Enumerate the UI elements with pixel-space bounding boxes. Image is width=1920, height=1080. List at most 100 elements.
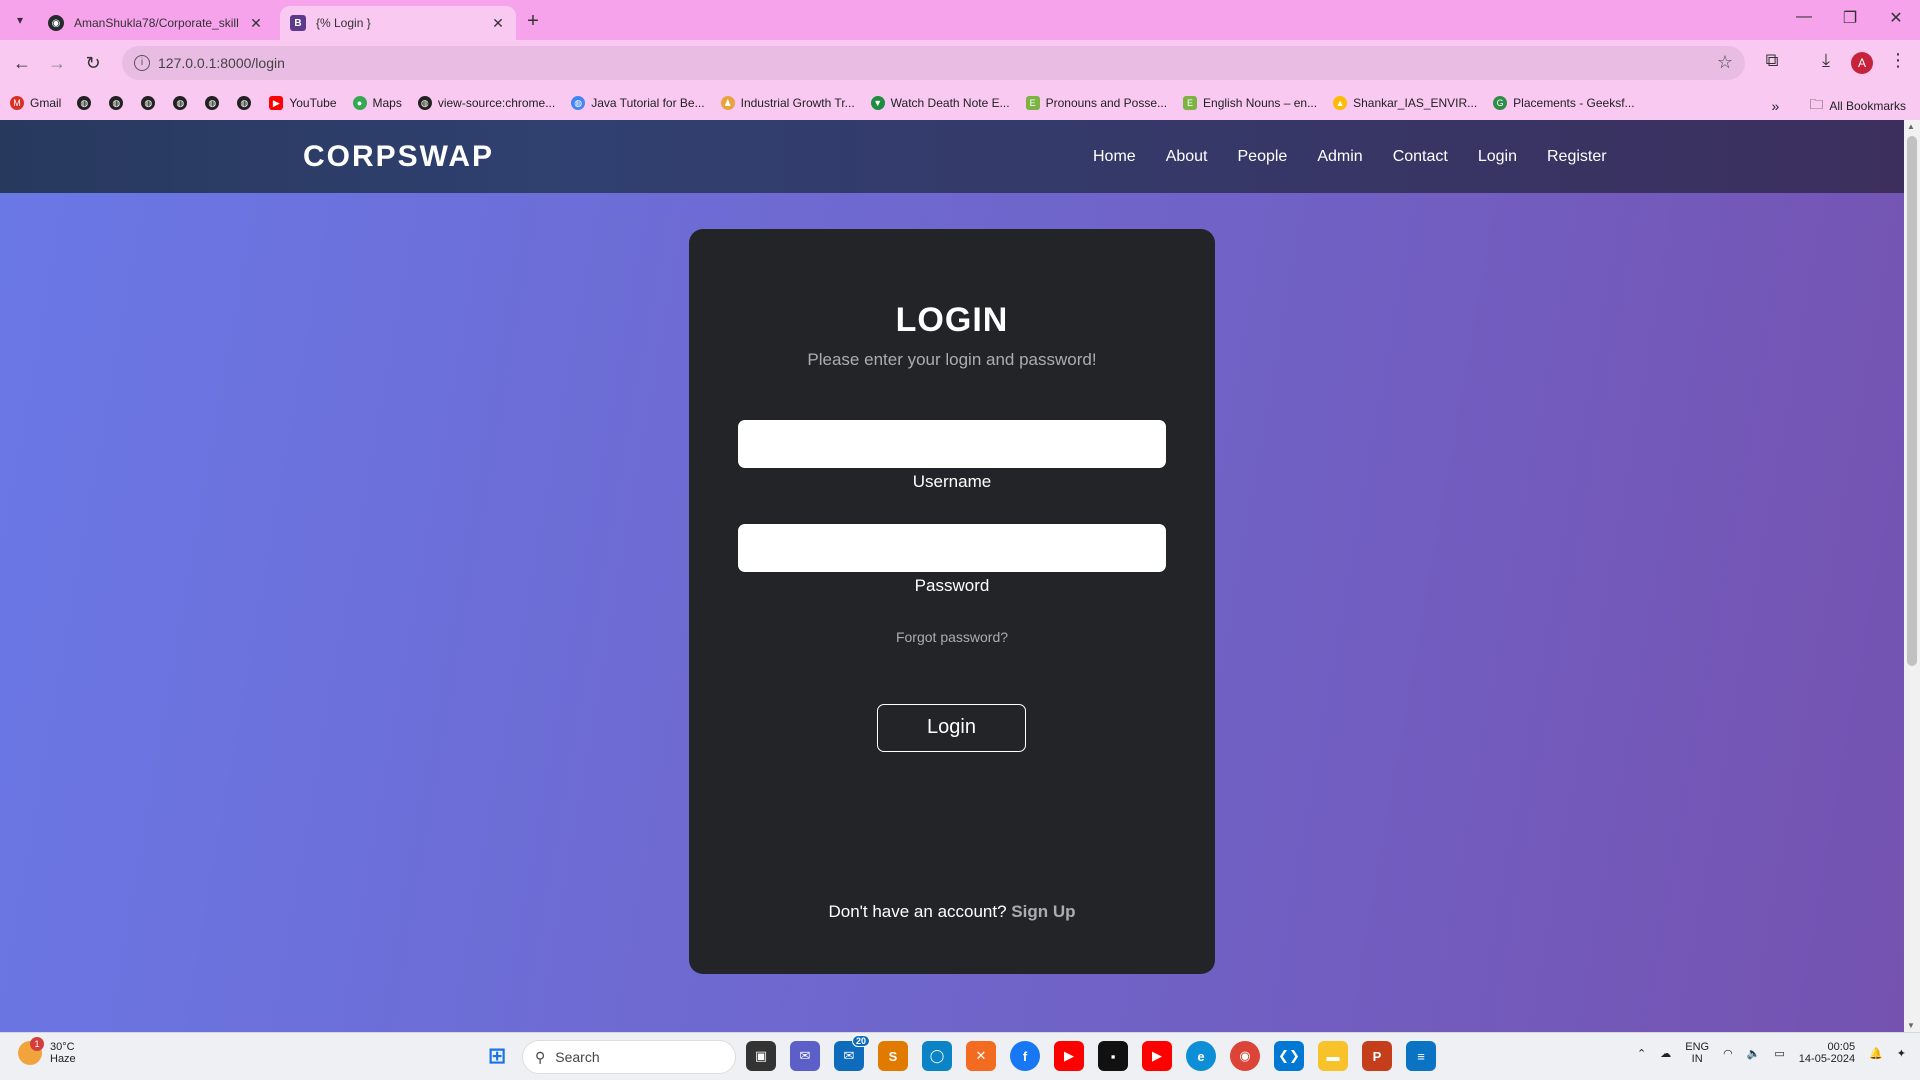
tray-chevron-up-icon[interactable]: ⌃: [1637, 1047, 1646, 1060]
gmail-icon: M: [10, 96, 24, 110]
system-tray: ⌃ ☁ ENG IN ◠ 🔈 ▭ 00:05 14-05-2024 🔔 ✦: [1623, 1041, 1906, 1065]
nav-link-admin[interactable]: Admin: [1317, 148, 1362, 166]
sublime-icon[interactable]: S: [878, 1041, 908, 1071]
nav-link-contact[interactable]: Contact: [1393, 148, 1448, 166]
notepad-icon[interactable]: ≡: [1406, 1041, 1436, 1071]
bookmark-globe[interactable]: ◍: [173, 96, 193, 110]
bookmark-industrial-growth[interactable]: ♟ Industrial Growth Tr...: [720, 96, 855, 110]
extensions-icon[interactable]: ⧉: [1760, 50, 1784, 71]
profile-avatar[interactable]: A: [1851, 52, 1873, 74]
download-icon[interactable]: ⤓: [1814, 50, 1838, 71]
sonyliv-icon[interactable]: ▪: [1098, 1041, 1128, 1071]
signup-line: Don't have an account? Sign Up: [689, 902, 1215, 922]
xampp-icon[interactable]: ✕: [966, 1041, 996, 1071]
volume-icon[interactable]: 🔈: [1747, 1047, 1761, 1060]
onedrive-icon[interactable]: ☁: [1660, 1047, 1671, 1060]
tab-search-chevron-icon[interactable]: ▾: [8, 8, 32, 32]
bookmark-youtube[interactable]: ▶ YouTube: [269, 96, 337, 110]
bookmark-view-source[interactable]: ◍ view-source:chrome...: [417, 96, 555, 110]
username-input[interactable]: [738, 420, 1166, 468]
nav-link-people[interactable]: People: [1238, 148, 1288, 166]
powerpoint-icon[interactable]: P: [1362, 1041, 1392, 1071]
github-icon: ◉: [48, 15, 64, 31]
signup-link[interactable]: Sign Up: [1011, 902, 1075, 921]
signup-prompt: Don't have an account?: [828, 902, 1007, 921]
shield-icon: ▼: [870, 96, 885, 110]
bookmark-globe[interactable]: ◍: [141, 96, 161, 110]
battery-icon[interactable]: ▭: [1774, 1047, 1784, 1060]
file-explorer-icon[interactable]: ▬: [1318, 1041, 1348, 1071]
login-button[interactable]: Login: [877, 704, 1026, 752]
mail-icon[interactable]: ✉ 20: [834, 1035, 870, 1071]
nav-link-about[interactable]: About: [1166, 148, 1208, 166]
scroll-down-icon[interactable]: ▼: [1907, 1021, 1915, 1030]
bookmark-java-tutorial[interactable]: ◍ Java Tutorial for Be...: [571, 96, 705, 110]
menu-kebab-icon[interactable]: ⋮: [1886, 50, 1910, 71]
login-title: LOGIN: [895, 301, 1009, 339]
more-bookmarks-chevron-icon[interactable]: »: [1772, 98, 1780, 114]
wifi-icon[interactable]: ◠: [1723, 1047, 1733, 1060]
close-tab-icon[interactable]: ✕: [490, 15, 506, 32]
browser-tab-bar: ▾ ◉ AmanShukla78/Corporate_skill ✕ B {% …: [0, 0, 1920, 40]
url-text[interactable]: 127.0.0.1:8000/login: [158, 55, 285, 71]
restore-icon[interactable]: ❐: [1840, 8, 1860, 28]
reload-icon[interactable]: ↻: [81, 51, 105, 75]
facebook-icon[interactable]: f: [1010, 1041, 1040, 1071]
youtube-icon[interactable]: ▶: [1054, 1041, 1084, 1071]
nav-link-home[interactable]: Home: [1093, 148, 1136, 166]
bookmark-globe[interactable]: ◍: [205, 96, 225, 110]
globe-icon: ◍: [173, 96, 188, 110]
weather-badge: 1: [30, 1037, 44, 1051]
copilot-icon[interactable]: ✦: [1897, 1047, 1906, 1060]
bookmark-gmail[interactable]: M Gmail: [10, 96, 61, 110]
chrome-icon[interactable]: ◉: [1230, 1041, 1260, 1071]
bookmark-globe[interactable]: ◍: [109, 96, 129, 110]
username-label: Username: [912, 472, 992, 491]
clock[interactable]: 00:05 14-05-2024: [1799, 1041, 1855, 1065]
chat-icon[interactable]: ✉: [790, 1041, 820, 1071]
bookmark-english-nouns[interactable]: E English Nouns – en...: [1183, 96, 1317, 110]
forward-icon[interactable]: →: [45, 51, 69, 75]
bookmark-death-note[interactable]: ▼ Watch Death Note E...: [870, 96, 1010, 110]
english-site-icon: E: [1183, 96, 1198, 110]
bookmark-shankar-ias[interactable]: ▲ Shankar_IAS_ENVIR...: [1333, 96, 1477, 110]
bookmark-placements[interactable]: G Placements - Geeksf...: [1493, 96, 1635, 110]
task-view-icon[interactable]: ▣: [746, 1041, 776, 1071]
windows-start-icon[interactable]: ⊞: [482, 1041, 512, 1071]
edge-icon[interactable]: e: [1186, 1041, 1216, 1071]
tab-login[interactable]: B {% Login } ✕: [280, 6, 516, 40]
all-bookmarks-link[interactable]: All Bookmarks: [1829, 99, 1906, 113]
taskbar-pinned-apps: ▣ ✉ ✉ 20 S ◯ ✕ f ▶ ▪ ▶ e ◉ ❮❯ ▬ P ≡: [746, 1035, 1450, 1071]
site-icon: ♟: [720, 96, 735, 110]
notification-bell-icon[interactable]: 🔔: [1869, 1047, 1883, 1060]
site-info-icon[interactable]: i: [134, 55, 150, 71]
site-brand[interactable]: CORPSWAP: [303, 140, 494, 174]
bookmark-star-icon[interactable]: ☆: [1717, 52, 1733, 73]
forgot-password-link[interactable]: Forgot password?: [689, 629, 1215, 645]
taskbar-search[interactable]: ⚲ Search: [522, 1040, 736, 1074]
page-scrollbar[interactable]: ▲ ▼: [1904, 120, 1920, 1032]
app-icon[interactable]: ◯: [922, 1041, 952, 1071]
password-input[interactable]: [738, 524, 1166, 572]
maps-pin-icon: ●: [352, 96, 367, 110]
bookmark-maps[interactable]: ● Maps: [352, 96, 402, 110]
bookmark-globe[interactable]: ◍: [237, 96, 257, 110]
bookmark-pronouns[interactable]: E Pronouns and Posse...: [1025, 96, 1167, 110]
minimize-icon[interactable]: —: [1794, 8, 1814, 26]
close-window-icon[interactable]: ✕: [1886, 8, 1906, 28]
bookmark-globe[interactable]: ◍: [77, 96, 97, 110]
scrollbar-thumb[interactable]: [1907, 136, 1917, 666]
bookmarks-right-area: » 🗀 All Bookmarks: [1772, 94, 1906, 118]
new-tab-icon[interactable]: +: [522, 10, 544, 33]
close-tab-icon[interactable]: ✕: [248, 15, 264, 32]
weather-widget[interactable]: 1 30°C Haze: [18, 1037, 76, 1065]
address-bar[interactable]: i 127.0.0.1:8000/login ☆: [122, 46, 1745, 80]
language-indicator[interactable]: ENG IN: [1685, 1041, 1709, 1065]
vscode-icon[interactable]: ❮❯: [1274, 1041, 1304, 1071]
nav-link-register[interactable]: Register: [1547, 148, 1607, 166]
youtube-icon[interactable]: ▶: [1142, 1041, 1172, 1071]
nav-link-login[interactable]: Login: [1478, 148, 1517, 166]
tab-github[interactable]: ◉ AmanShukla78/Corporate_skill ✕: [38, 6, 274, 40]
scroll-up-icon[interactable]: ▲: [1907, 122, 1915, 131]
back-icon[interactable]: ←: [10, 51, 34, 75]
